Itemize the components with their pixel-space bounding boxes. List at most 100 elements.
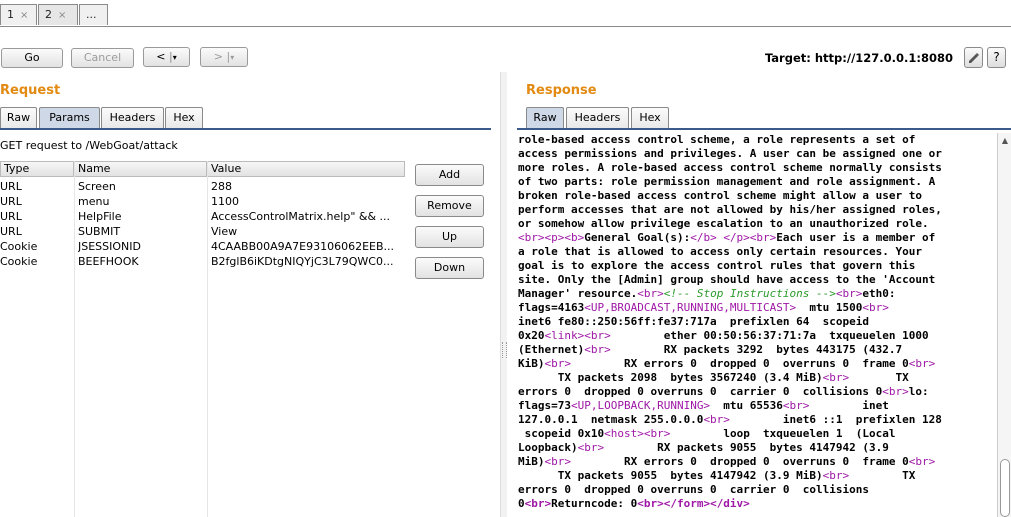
tab-hex[interactable]: Hex	[165, 107, 203, 129]
param-value: AccessControlMatrix.help" && ...	[211, 210, 391, 223]
param-type: URL	[0, 180, 22, 193]
param-name: BEEFHOOK	[78, 255, 139, 268]
help-icon: ?	[993, 50, 1000, 64]
html-markup: <br>	[782, 399, 810, 412]
forward-label: >	[213, 50, 223, 63]
dropdown-arrow-icon[interactable]: ▾	[230, 53, 234, 62]
html-markup: <br>	[577, 441, 605, 454]
response-text: perform accesses that are not allowed by…	[518, 203, 942, 216]
html-markup: <br>	[637, 287, 664, 300]
close-icon[interactable]: ×	[20, 10, 28, 21]
param-value: 288	[211, 180, 232, 193]
table-row[interactable]: URL menu 1100	[0, 194, 405, 209]
response-scrollbar[interactable]: ▲	[997, 133, 1011, 517]
param-type: Cookie	[0, 240, 38, 253]
html-markup: <UP,LOOPBACK,RUNNING>	[570, 399, 711, 412]
column-header-value[interactable]: Value	[207, 161, 405, 177]
tab-new-label: ...	[86, 8, 97, 21]
response-text: broken role-based access control scheme …	[518, 189, 922, 202]
param-name: JSESSIONID	[78, 240, 141, 253]
column-header-name[interactable]: Name	[74, 161, 207, 177]
html-markup: <UP,BROADCAST,RUNNING,MULTICAST>	[584, 301, 797, 314]
response-line: errors 0 dropped 0 overruns 0 carrier 0 …	[518, 385, 996, 399]
response-text: of two parts: role permission management…	[518, 175, 936, 188]
response-line: Manager' resource.<br><!-- Stop Instruct…	[518, 287, 996, 301]
response-text: a role that is allowed to access only ce…	[518, 245, 922, 258]
params-table: Type Name Value URL Screen 288 URL menu …	[0, 161, 405, 517]
response-line: 0<br>Returncode: 0<br></form></div>	[518, 497, 996, 511]
table-row[interactable]: URL HelpFile AccessControlMatrix.help" &…	[0, 209, 405, 224]
response-line: (Ethernet)<br> RX packets 3292 bytes 443…	[518, 343, 996, 357]
html-markup: <br>	[584, 343, 611, 356]
go-button[interactable]: Go	[1, 48, 63, 68]
tab-2-label: 2	[45, 8, 52, 21]
response-line: a role that is allowed to access only ce…	[518, 245, 996, 259]
response-text: RX errors 0 dropped 0 overruns 0 frame 0	[571, 357, 909, 370]
response-line: TX packets 2098 bytes 3567240 (3.4 MiB)<…	[518, 371, 996, 385]
response-text: errors 0 dropped 0 overruns 0 carrier 0 …	[518, 385, 883, 398]
html-markup: <br>	[835, 287, 863, 300]
close-icon[interactable]: ×	[58, 10, 66, 21]
tab-new[interactable]: ...	[79, 4, 108, 25]
move-down-button[interactable]: Down	[415, 257, 484, 279]
table-row[interactable]: URL SUBMIT View	[0, 224, 405, 239]
response-text: TX	[849, 371, 909, 384]
dropdown-arrow-icon[interactable]: ▾	[173, 53, 177, 62]
add-param-button[interactable]: Add	[415, 164, 484, 186]
tab-2[interactable]: 2 ×	[38, 4, 78, 25]
response-text: inet	[809, 399, 889, 412]
response-line: inet6 fe80::250:56ff:fe37:717a prefixlen…	[518, 315, 996, 329]
response-line: Loopback)<br> RX packets 9055 bytes 4147…	[518, 441, 996, 455]
move-up-button[interactable]: Up	[415, 226, 484, 248]
response-text: errors 0 dropped 0 overruns 0 carrier 0 …	[518, 483, 869, 496]
target-label: Target: http://127.0.0.1:8080	[764, 51, 953, 65]
param-name: HelpFile	[78, 210, 122, 223]
splitter-grip[interactable]	[502, 342, 507, 358]
html-markup: <br>	[822, 371, 850, 384]
table-row[interactable]: Cookie JSESSIONID 4CAABB00A9A7E93106062E…	[0, 239, 405, 254]
pane-splitter[interactable]	[500, 72, 507, 517]
scroll-up-arrow-icon[interactable]: ▲	[998, 133, 1011, 149]
response-text: Manager' resource.	[518, 287, 638, 300]
response-text: mtu 1500	[796, 301, 863, 314]
remove-param-button[interactable]: Remove	[415, 195, 484, 217]
response-text: mtu 65536	[710, 399, 783, 412]
html-markup: <br>	[862, 301, 889, 314]
response-line: or somehow allow privilege escalation to…	[518, 217, 996, 231]
response-text: access permissions and privileges. A use…	[518, 147, 942, 160]
tab-raw[interactable]: Raw	[526, 107, 564, 129]
tab-params[interactable]: Params	[39, 107, 100, 129]
param-value: B2fglB6iKDtgNIQYjC3L79QWC0...	[211, 255, 394, 268]
html-markup: <host>	[604, 427, 644, 440]
response-text: TX packets 2098 bytes 3567240 (3.4 MiB)	[518, 371, 823, 384]
forward-button[interactable]: > |▾	[200, 47, 248, 67]
tab-1[interactable]: 1 ×	[0, 4, 37, 25]
response-text: 0	[518, 497, 525, 510]
response-text: 127.0.0.1 netmask 255.0.0.0	[518, 413, 704, 426]
edit-target-button[interactable]	[964, 47, 983, 68]
html-markup: <link>	[544, 329, 585, 342]
html-comment: <!-- Stop Instructions -->	[663, 287, 836, 300]
tab-raw[interactable]: Raw	[0, 107, 37, 129]
back-button[interactable]: < |▾	[143, 47, 190, 67]
response-text: inet6 ::1 prefixlen 128	[729, 413, 942, 426]
html-markup: <br>	[544, 357, 572, 370]
tab-hex[interactable]: Hex	[631, 107, 669, 129]
tab-headers[interactable]: Headers	[101, 107, 164, 129]
help-button[interactable]: ?	[987, 47, 1006, 68]
cancel-button[interactable]: Cancel	[71, 48, 134, 68]
response-body[interactable]: role-based access control scheme, a role…	[518, 133, 996, 517]
response-line: <br><p><b>General Goal(s):</b> </p><br>E…	[518, 231, 996, 245]
html-markup: <br>	[908, 357, 936, 370]
table-row[interactable]: URL Screen 288	[0, 179, 405, 194]
response-text: goal is to explore the access control ru…	[518, 259, 916, 272]
response-line: role-based access control scheme, a role…	[518, 133, 996, 147]
response-text: (Ethernet)	[518, 343, 585, 356]
tab-headers[interactable]: Headers	[566, 107, 629, 129]
param-name: menu	[78, 195, 110, 208]
scroll-thumb[interactable]	[1000, 459, 1010, 517]
column-header-type[interactable]: Type	[0, 161, 74, 177]
response-line: MiB)<br> RX errors 0 dropped 0 overruns …	[518, 455, 996, 469]
response-text: MiB)	[518, 455, 545, 468]
table-row[interactable]: Cookie BEEFHOOK B2fglB6iKDtgNIQYjC3L79QW…	[0, 254, 405, 269]
